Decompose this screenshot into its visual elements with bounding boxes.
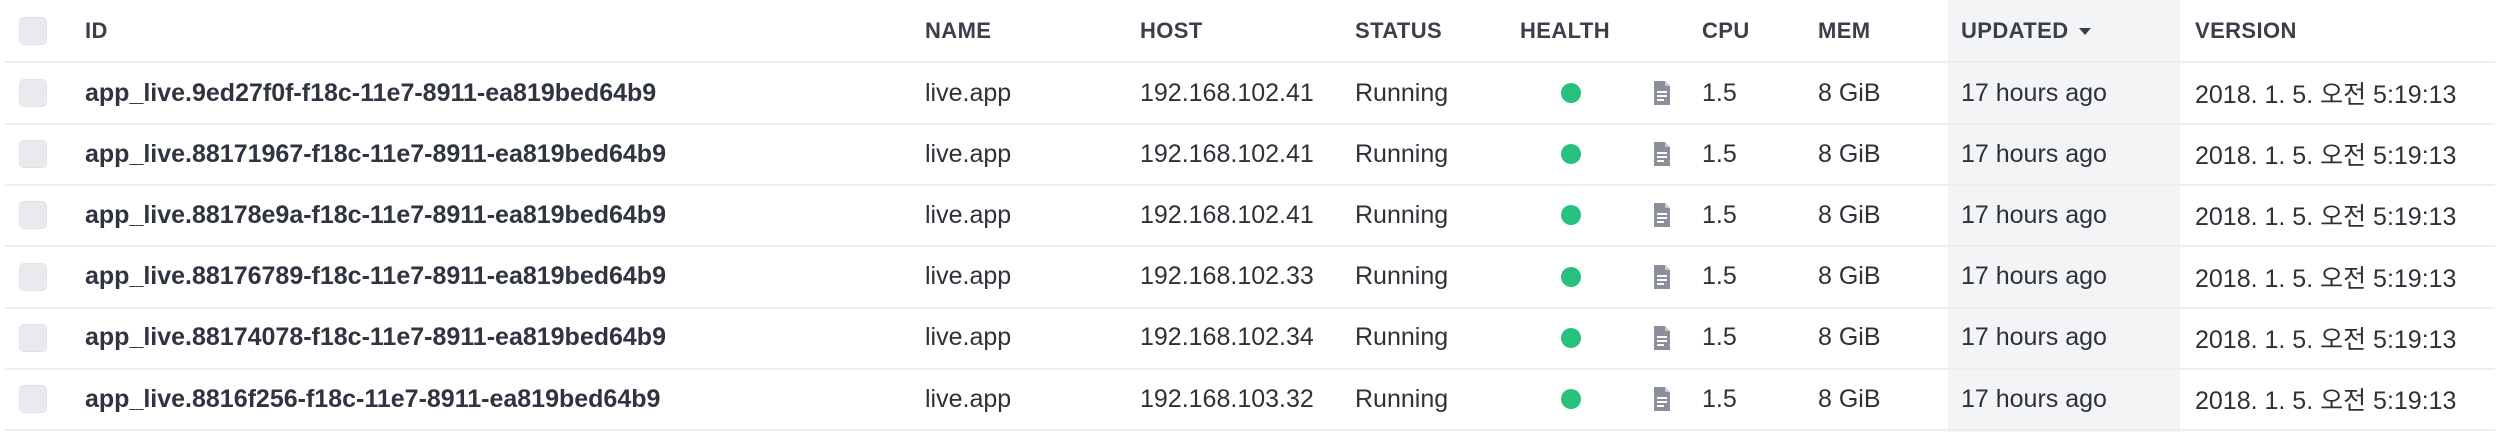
cell-host: 192.168.103.32 — [1140, 384, 1314, 413]
select-all-checkbox[interactable] — [19, 16, 47, 45]
cell-status: Running — [1355, 78, 1449, 107]
cell-version: 2018. 1. 5. 오전 5:19:13 — [2195, 387, 2457, 415]
table-row[interactable]: app_live.9ed27f0f-f18c-11e7-8911-ea819be… — [5, 63, 2495, 125]
column-header-host[interactable]: HOST — [1140, 0, 1203, 61]
row-select-cell — [19, 185, 47, 245]
cell-host: 192.168.102.34 — [1140, 323, 1314, 352]
cell-status: Running — [1355, 139, 1449, 168]
cell-id[interactable]: app_live.88176789-f18c-11e7-8911-ea819be… — [85, 247, 666, 307]
row-checkbox[interactable] — [19, 385, 47, 413]
column-header-version[interactable]: VERSION — [2195, 0, 2297, 61]
table-row[interactable]: app_live.88174078-f18c-11e7-8911-ea819be… — [5, 308, 2495, 370]
cell-status: Running — [1355, 323, 1449, 352]
health-cell — [1561, 369, 1581, 429]
row-select-cell — [19, 369, 47, 429]
cell-cpu: 1.5 — [1702, 139, 1737, 168]
cell-cpu: 1.5 — [1702, 323, 1737, 352]
cell-cpu: 1.5 — [1702, 262, 1737, 291]
health-status-icon — [1561, 389, 1581, 409]
cell-id[interactable]: app_live.8816f256-f18c-11e7-8911-ea819be… — [85, 369, 660, 429]
row-checkbox[interactable] — [19, 79, 47, 107]
row-checkbox[interactable] — [19, 201, 47, 230]
cell-version: 2018. 1. 5. 오전 5:19:13 — [2195, 264, 2457, 293]
cell-version: 2018. 1. 5. 오전 5:19:13 — [2195, 142, 2457, 171]
caret-down-icon — [2078, 28, 2091, 35]
health-cell — [1561, 124, 1581, 184]
health-status-icon — [1561, 205, 1581, 226]
table-row[interactable]: app_live.88171967-f18c-11e7-8911-ea819be… — [5, 124, 2495, 187]
health-status-icon — [1561, 83, 1581, 103]
health-status-icon — [1561, 144, 1581, 165]
cell-id[interactable]: app_live.88174078-f18c-11e7-8911-ea819be… — [85, 308, 666, 368]
cell-name: live.app — [925, 323, 1012, 352]
cell-name: live.app — [925, 200, 1012, 229]
tasks-table: ID NAME HOST STATUS HEALTH CPU MEM UPDAT… — [0, 0, 2500, 432]
column-header-updated[interactable]: UPDATED — [1961, 0, 2091, 61]
cell-host: 192.168.102.33 — [1140, 262, 1314, 291]
column-header-cpu[interactable]: CPU — [1702, 0, 1750, 61]
row-select-cell — [19, 308, 47, 368]
cell-status: Running — [1355, 262, 1449, 291]
cell-version: 2018. 1. 5. 오전 5:19:13 — [2195, 81, 2457, 109]
column-header-name[interactable]: NAME — [925, 0, 991, 61]
table-header: ID NAME HOST STATUS HEALTH CPU MEM UPDAT… — [5, 0, 2495, 63]
cell-mem: 8 GiB — [1818, 139, 1881, 168]
cell-updated: 17 hours ago — [1961, 384, 2107, 413]
health-status-icon — [1561, 327, 1581, 348]
cell-version: 2018. 1. 5. 오전 5:19:13 — [2195, 325, 2457, 354]
cell-name: live.app — [925, 78, 1012, 107]
cell-mem: 8 GiB — [1818, 384, 1881, 413]
health-cell — [1561, 63, 1581, 123]
column-header-status[interactable]: STATUS — [1355, 0, 1442, 61]
log-file-icon[interactable] — [1652, 308, 1672, 368]
column-header-health[interactable]: HEALTH — [1520, 0, 1610, 61]
cell-cpu: 1.5 — [1702, 200, 1737, 229]
cell-host: 192.168.102.41 — [1140, 139, 1314, 168]
row-select-cell — [19, 247, 47, 307]
cell-version: 2018. 1. 5. 오전 5:19:13 — [2195, 203, 2457, 232]
cell-name: live.app — [925, 262, 1012, 291]
cell-updated: 17 hours ago — [1961, 139, 2107, 168]
cell-host: 192.168.102.41 — [1140, 78, 1314, 107]
cell-updated: 17 hours ago — [1961, 200, 2107, 229]
cell-status: Running — [1355, 384, 1449, 413]
row-checkbox[interactable] — [19, 262, 47, 291]
column-header-id[interactable]: ID — [85, 0, 108, 61]
cell-mem: 8 GiB — [1818, 262, 1881, 291]
log-file-icon[interactable] — [1652, 247, 1672, 307]
log-file-icon[interactable] — [1652, 63, 1672, 123]
cell-name: live.app — [925, 139, 1012, 168]
cell-mem: 8 GiB — [1818, 323, 1881, 352]
health-cell — [1561, 308, 1581, 368]
table-row[interactable]: app_live.88178e9a-f18c-11e7-8911-ea819be… — [5, 185, 2495, 248]
table-row[interactable]: app_live.88176789-f18c-11e7-8911-ea819be… — [5, 247, 2495, 309]
health-cell — [1561, 247, 1581, 307]
cell-cpu: 1.5 — [1702, 78, 1737, 107]
row-checkbox[interactable] — [19, 140, 47, 169]
log-file-icon[interactable] — [1652, 185, 1672, 245]
select-all-cell — [19, 0, 47, 61]
cell-updated: 17 hours ago — [1961, 323, 2107, 352]
table-row[interactable]: app_live.8816f256-f18c-11e7-8911-ea819be… — [5, 369, 2495, 431]
cell-name: live.app — [925, 384, 1012, 413]
cell-id[interactable]: app_live.9ed27f0f-f18c-11e7-8911-ea819be… — [85, 63, 656, 123]
row-select-cell — [19, 124, 47, 184]
cell-updated: 17 hours ago — [1961, 262, 2107, 291]
cell-updated: 17 hours ago — [1961, 78, 2107, 107]
column-header-updated-label: UPDATED — [1961, 17, 2069, 43]
cell-host: 192.168.102.41 — [1140, 200, 1314, 229]
health-status-icon — [1561, 266, 1581, 287]
cell-cpu: 1.5 — [1702, 384, 1737, 413]
cell-id[interactable]: app_live.88171967-f18c-11e7-8911-ea819be… — [85, 124, 666, 184]
column-header-mem[interactable]: MEM — [1818, 0, 1871, 61]
log-file-icon[interactable] — [1652, 124, 1672, 184]
cell-mem: 8 GiB — [1818, 78, 1881, 107]
log-file-icon[interactable] — [1652, 369, 1672, 429]
cell-mem: 8 GiB — [1818, 200, 1881, 229]
health-cell — [1561, 185, 1581, 245]
cell-status: Running — [1355, 200, 1449, 229]
row-select-cell — [19, 63, 47, 123]
cell-id[interactable]: app_live.88178e9a-f18c-11e7-8911-ea819be… — [85, 185, 666, 245]
row-checkbox[interactable] — [19, 323, 47, 352]
